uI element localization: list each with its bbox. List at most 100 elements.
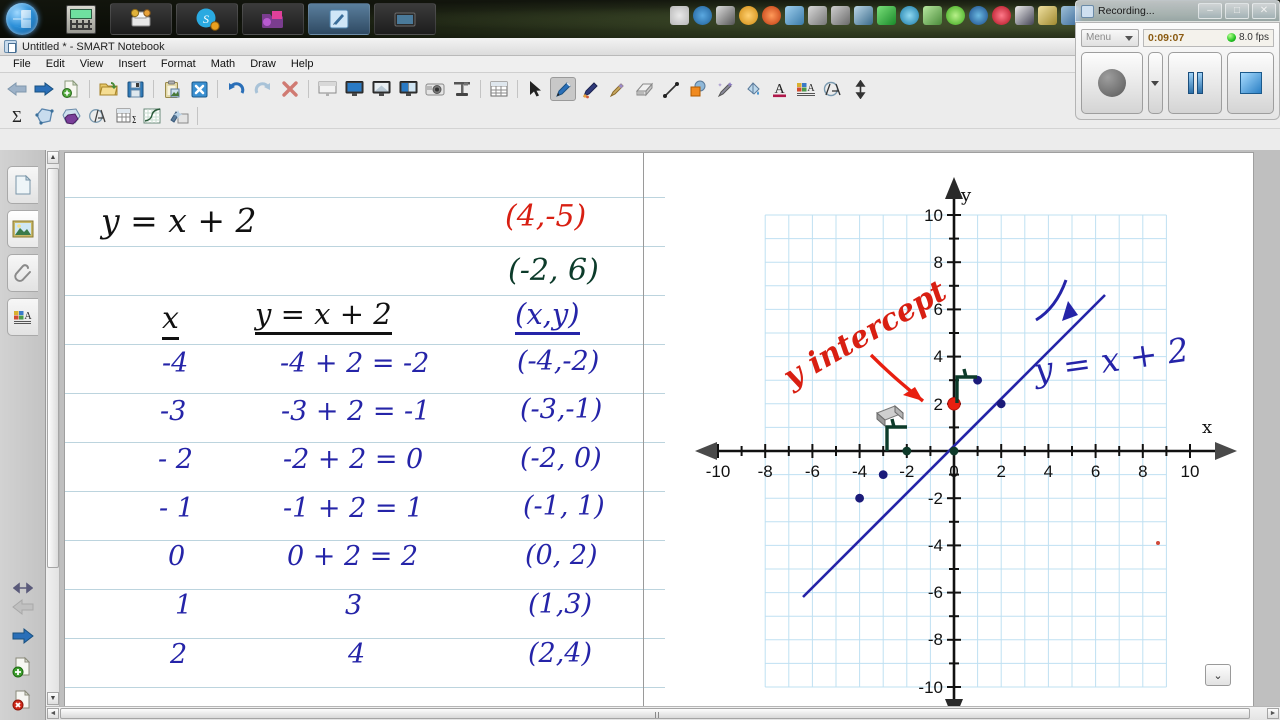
menu-file[interactable]: File bbox=[6, 57, 38, 71]
record-options-dropdown[interactable] bbox=[1147, 52, 1163, 114]
add-page-button[interactable] bbox=[12, 656, 34, 683]
insert-table-icon[interactable] bbox=[486, 77, 512, 101]
notebook-page[interactable]: y = x + 2 (4,-5) (-2, 6) x y = x + 2 (x,… bbox=[64, 152, 1254, 708]
coordinate-graph[interactable]: -10 -8 -6 -4 -2 0 2 4 6 8 10 10 8 6 4 2 … bbox=[665, 155, 1253, 708]
hscroll-thumb[interactable] bbox=[60, 708, 1250, 719]
irregular-polygon-icon[interactable] bbox=[31, 104, 57, 128]
tray-icon-green-chart[interactable] bbox=[877, 6, 896, 25]
taskbar-item-folder[interactable] bbox=[242, 3, 304, 35]
table-sum-icon[interactable]: Σ bbox=[112, 104, 138, 128]
sidebar-item-gallery[interactable] bbox=[7, 210, 38, 248]
tray-icon-flag[interactable] bbox=[716, 6, 735, 25]
magic-pen-icon[interactable] bbox=[604, 77, 630, 101]
vscroll-up-button[interactable]: ▲ bbox=[47, 151, 59, 164]
recorder-close-button[interactable]: ✕ bbox=[1252, 3, 1276, 19]
next-page-arrow-button[interactable]: ⌄ bbox=[1205, 664, 1231, 686]
line-tool-icon[interactable] bbox=[658, 77, 684, 101]
stop-button[interactable] bbox=[1227, 52, 1274, 114]
next-page-button[interactable] bbox=[11, 627, 35, 650]
tray-icon-butterfly[interactable] bbox=[1015, 6, 1034, 25]
tray-icon-globe[interactable] bbox=[900, 6, 919, 25]
pen-icon[interactable] bbox=[550, 77, 576, 101]
sidebar-item-attachments[interactable] bbox=[7, 254, 38, 292]
smart-blocks-icon[interactable] bbox=[166, 104, 192, 128]
tray-icon-red-ball[interactable] bbox=[762, 6, 781, 25]
delete-icon[interactable] bbox=[277, 77, 303, 101]
tray-icon-shield-check[interactable] bbox=[670, 6, 689, 25]
tray-icon-remove[interactable] bbox=[785, 6, 804, 25]
menu-math[interactable]: Math bbox=[204, 57, 242, 71]
back-arrow-icon[interactable] bbox=[4, 77, 30, 101]
start-button-icon[interactable] bbox=[6, 3, 38, 35]
text-color-icon[interactable]: A bbox=[766, 77, 792, 101]
graph-svg: -10 -8 -6 -4 -2 0 2 4 6 8 10 10 8 6 4 2 … bbox=[695, 177, 1237, 708]
tray-icon-network-x[interactable] bbox=[854, 6, 873, 25]
table-row: -4 + 2 = -2 bbox=[280, 348, 430, 379]
measurement-tools-icon[interactable] bbox=[820, 77, 846, 101]
select-pointer-icon[interactable] bbox=[523, 77, 549, 101]
dual-page-icon[interactable] bbox=[368, 77, 394, 101]
recorder-maximize-button[interactable]: □ bbox=[1225, 3, 1249, 19]
pause-button[interactable] bbox=[1167, 52, 1223, 114]
shapes-icon[interactable] bbox=[685, 77, 711, 101]
tray-icon-sync[interactable] bbox=[946, 6, 965, 25]
properties-icon[interactable]: A bbox=[793, 77, 819, 101]
record-button[interactable] bbox=[1081, 52, 1143, 114]
menu-view[interactable]: View bbox=[73, 57, 111, 71]
calculator-icon[interactable] bbox=[66, 5, 96, 34]
recorder-menu-dropdown[interactable]: Menu bbox=[1081, 28, 1139, 47]
screen-shade-panel-icon[interactable] bbox=[314, 77, 340, 101]
paste-icon[interactable] bbox=[159, 77, 185, 101]
vertical-scrollbar[interactable]: ▲ ▼ bbox=[46, 150, 60, 706]
eraser-icon[interactable] bbox=[631, 77, 657, 101]
creative-pen-icon[interactable] bbox=[577, 77, 603, 101]
tray-icon-tool[interactable] bbox=[831, 6, 850, 25]
sidebar-item-page-sorter[interactable] bbox=[7, 166, 38, 204]
screen-shade-icon[interactable] bbox=[186, 77, 212, 101]
taskbar-item-smart-notebook[interactable] bbox=[308, 3, 370, 35]
tray-icon-keys[interactable] bbox=[1038, 6, 1057, 25]
document-camera-icon[interactable] bbox=[449, 77, 475, 101]
undo-icon[interactable] bbox=[223, 77, 249, 101]
camera-capture-icon[interactable] bbox=[422, 77, 448, 101]
hscroll-left-button[interactable]: ◄ bbox=[47, 708, 59, 719]
sidebar-item-properties[interactable]: A bbox=[7, 298, 38, 336]
sum-equation-icon[interactable]: Σ bbox=[4, 104, 30, 128]
taskbar-item-skype[interactable]: S bbox=[176, 3, 238, 35]
redo-icon[interactable] bbox=[250, 77, 276, 101]
vscroll-down-button[interactable]: ▼ bbox=[47, 692, 59, 705]
menu-edit[interactable]: Edit bbox=[39, 57, 72, 71]
tray-icon-orange-ball[interactable] bbox=[739, 6, 758, 25]
shape-pen-icon[interactable] bbox=[712, 77, 738, 101]
toolbar-separator bbox=[517, 80, 518, 98]
forward-arrow-icon[interactable] bbox=[31, 77, 57, 101]
tray-icon-opera[interactable] bbox=[969, 6, 988, 25]
transparent-bg-icon[interactable] bbox=[395, 77, 421, 101]
tray-icon-red-swirl[interactable] bbox=[992, 6, 1011, 25]
hscroll-right-button[interactable]: ► bbox=[1267, 708, 1279, 719]
tray-icon-printer[interactable] bbox=[808, 6, 827, 25]
menu-insert[interactable]: Insert bbox=[111, 57, 153, 71]
compass-icon[interactable] bbox=[85, 104, 111, 128]
recorder-minimize-button[interactable]: – bbox=[1198, 3, 1222, 19]
menu-draw[interactable]: Draw bbox=[243, 57, 283, 71]
prev-page-button[interactable] bbox=[11, 598, 35, 621]
menu-format[interactable]: Format bbox=[154, 57, 203, 71]
move-toolbar-icon[interactable] bbox=[847, 77, 873, 101]
full-screen-icon[interactable] bbox=[341, 77, 367, 101]
new-page-icon[interactable] bbox=[58, 77, 84, 101]
save-icon[interactable] bbox=[122, 77, 148, 101]
graph-plot-icon[interactable] bbox=[139, 104, 165, 128]
tray-icon-money[interactable] bbox=[923, 6, 942, 25]
regular-polygon-icon[interactable] bbox=[58, 104, 84, 128]
menu-help[interactable]: Help bbox=[284, 57, 321, 71]
table-header-pair: (x,y) bbox=[515, 297, 580, 335]
horizontal-scrollbar[interactable]: ◄ ► bbox=[46, 706, 1280, 720]
vscroll-thumb[interactable] bbox=[47, 168, 59, 568]
delete-page-button[interactable] bbox=[12, 689, 34, 716]
tray-icon-blue-circle[interactable] bbox=[693, 6, 712, 25]
fill-icon[interactable] bbox=[739, 77, 765, 101]
open-file-icon[interactable] bbox=[95, 77, 121, 101]
taskbar-item-media[interactable] bbox=[374, 3, 436, 35]
taskbar-item-printer-sharing[interactable] bbox=[110, 3, 172, 35]
